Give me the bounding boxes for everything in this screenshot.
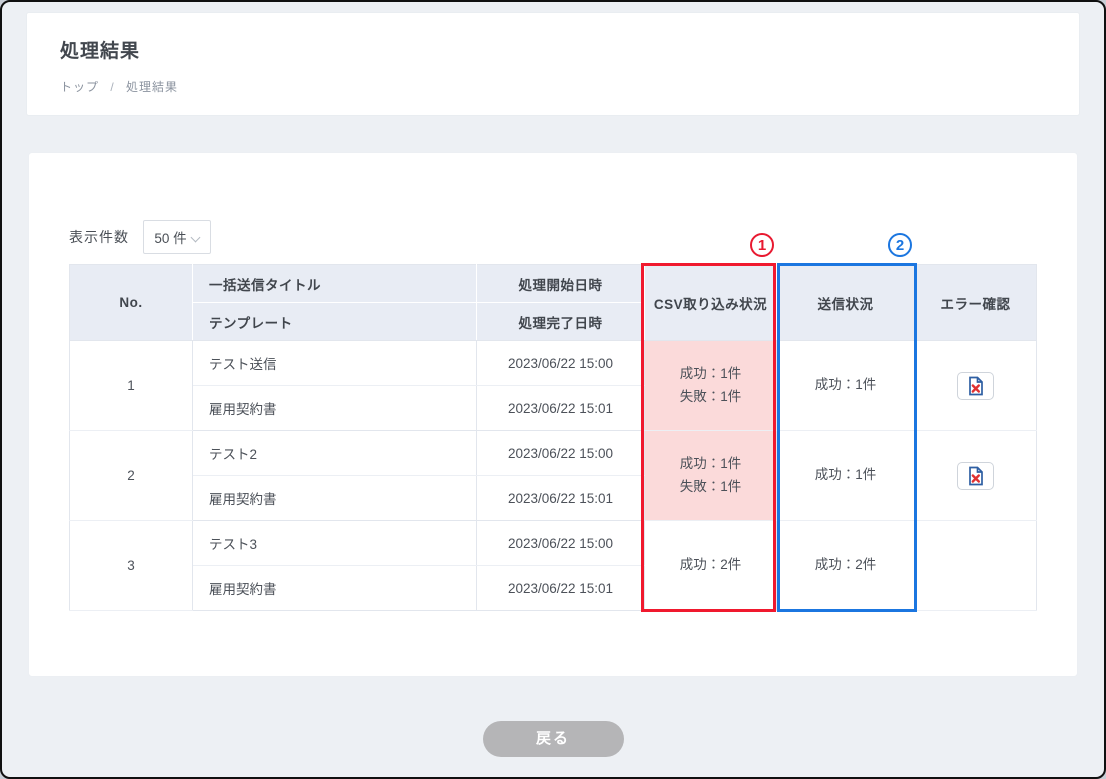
row-end-date: 2023/06/22 15:01 bbox=[477, 386, 645, 431]
display-count-label: 表示件数 bbox=[69, 227, 129, 247]
csv-status-line2: 失敗：1件 bbox=[645, 476, 776, 499]
results-table: No. 一括送信タイトル 処理開始日時 CSV取り込み状況 送信状況 エラー確認… bbox=[69, 264, 1037, 611]
page-header-card: 処理結果 トップ / 処理結果 bbox=[26, 12, 1080, 116]
row-no: 2 bbox=[70, 431, 193, 521]
breadcrumb-home-link[interactable]: トップ bbox=[60, 80, 99, 94]
row-error-cell bbox=[915, 341, 1037, 431]
col-header-start: 処理開始日時 bbox=[477, 265, 645, 303]
breadcrumb: トップ / 処理結果 bbox=[60, 78, 1046, 95]
row-error-cell bbox=[915, 431, 1037, 521]
chevron-down-icon bbox=[191, 231, 200, 240]
page-title: 処理結果 bbox=[60, 36, 1046, 63]
row-end-date: 2023/06/22 15:01 bbox=[477, 476, 645, 521]
row-template: 雇用契約書 bbox=[193, 566, 477, 611]
breadcrumb-separator: / bbox=[110, 80, 114, 94]
results-table-zone: 1 2 No. 一括送信タイトル 処理開始日時 CSV取り込み状況 送信状況 エ… bbox=[69, 264, 1036, 611]
row-csv-status: 成功：1件 失敗：1件 bbox=[645, 341, 777, 431]
error-file-button[interactable] bbox=[957, 462, 994, 490]
app-window: 処理結果 トップ / 処理結果 表示件数 50 件 1 2 bbox=[0, 0, 1106, 779]
csv-status-line1: 成功：1件 bbox=[645, 363, 776, 386]
row-csv-status: 成功：1件 失敗：1件 bbox=[645, 431, 777, 521]
error-file-button[interactable] bbox=[957, 372, 994, 400]
col-header-no: No. bbox=[70, 265, 193, 341]
col-header-error: エラー確認 bbox=[915, 265, 1037, 341]
footer: 戻る bbox=[2, 721, 1104, 757]
col-header-title: 一括送信タイトル bbox=[193, 265, 477, 303]
table-row: 2 テスト2 2023/06/22 15:00 成功：1件 失敗：1件 成功：1… bbox=[70, 431, 1037, 476]
row-no: 1 bbox=[70, 341, 193, 431]
row-start-date: 2023/06/22 15:00 bbox=[477, 341, 645, 386]
file-error-icon bbox=[967, 376, 985, 396]
row-title: テスト2 bbox=[193, 431, 477, 476]
row-send-status: 成功：2件 bbox=[777, 521, 915, 611]
row-template: 雇用契約書 bbox=[193, 386, 477, 431]
breadcrumb-current: 処理結果 bbox=[126, 80, 178, 94]
col-header-send: 送信状況 bbox=[777, 265, 915, 341]
row-start-date: 2023/06/22 15:00 bbox=[477, 431, 645, 476]
col-header-end: 処理完了日時 bbox=[477, 303, 645, 341]
file-error-icon bbox=[967, 466, 985, 486]
csv-status-line1: 成功：1件 bbox=[645, 453, 776, 476]
row-send-status: 成功：1件 bbox=[777, 431, 915, 521]
page-size-value: 50 件 bbox=[154, 227, 186, 247]
table-row: 3 テスト3 2023/06/22 15:00 成功：2件 成功：2件 bbox=[70, 521, 1037, 566]
row-title: テスト3 bbox=[193, 521, 477, 566]
row-template: 雇用契約書 bbox=[193, 476, 477, 521]
annotation-marker-2: 2 bbox=[888, 233, 912, 257]
csv-status-line2: 失敗：1件 bbox=[645, 386, 776, 409]
row-no: 3 bbox=[70, 521, 193, 611]
table-row: 1 テスト送信 2023/06/22 15:00 成功：1件 失敗：1件 成功：… bbox=[70, 341, 1037, 386]
row-send-status: 成功：1件 bbox=[777, 341, 915, 431]
page-size-select[interactable]: 50 件 bbox=[143, 220, 211, 254]
annotation-marker-1: 1 bbox=[750, 233, 774, 257]
col-header-csv: CSV取り込み状況 bbox=[645, 265, 777, 341]
col-header-template: テンプレート bbox=[193, 303, 477, 341]
row-title: テスト送信 bbox=[193, 341, 477, 386]
csv-status-line1: 成功：2件 bbox=[645, 554, 776, 577]
row-error-cell bbox=[915, 521, 1037, 611]
row-end-date: 2023/06/22 15:01 bbox=[477, 566, 645, 611]
row-start-date: 2023/06/22 15:00 bbox=[477, 521, 645, 566]
results-card: 表示件数 50 件 1 2 No. 一括送信タイトル 処理開始日時 bbox=[28, 152, 1078, 677]
row-csv-status: 成功：2件 bbox=[645, 521, 777, 611]
back-button[interactable]: 戻る bbox=[483, 721, 624, 757]
